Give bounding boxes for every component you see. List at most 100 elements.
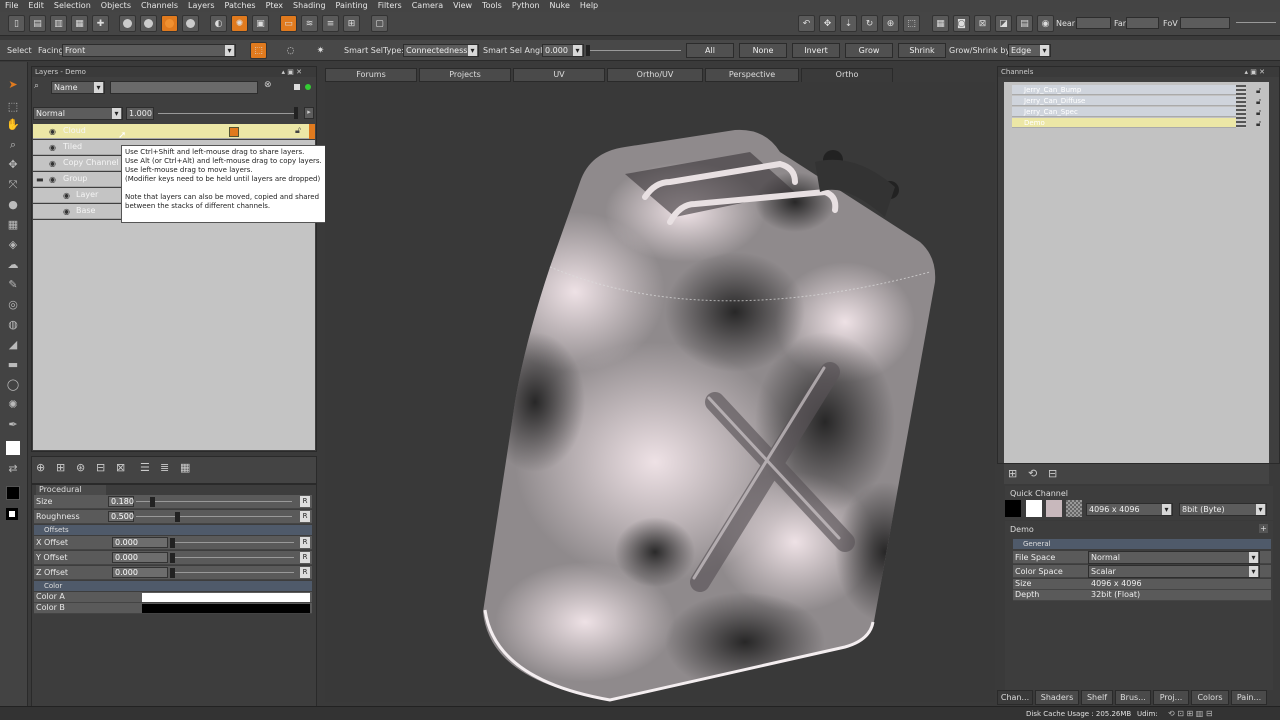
file-space-dropdown[interactable]: Normal [1088, 551, 1260, 564]
default-colors-icon[interactable] [6, 508, 18, 520]
select-none-button[interactable]: None [739, 43, 787, 58]
tab-shaders[interactable]: Shaders [1035, 690, 1079, 705]
select-tool-icon[interactable]: ◐ [210, 15, 227, 32]
menu-selection[interactable]: Selection [49, 0, 96, 12]
roughness-slider[interactable] [136, 516, 292, 517]
general-section-header[interactable]: General [1013, 539, 1271, 549]
clear-buffer-icon[interactable]: ≋ [301, 15, 318, 32]
panel-menu-icon[interactable]: ▴ ▣ ✕ [282, 68, 302, 76]
clear-filter-icon[interactable]: ⊗ [264, 80, 272, 90]
color-b-swatch[interactable] [142, 604, 310, 613]
add-mask-icon[interactable]: ⊠ [116, 461, 125, 474]
roughness-reset-button[interactable]: R [300, 511, 310, 522]
brush-tool-icon[interactable]: ✺ [231, 15, 248, 32]
add-layer-icon[interactable]: ⊕ [36, 461, 45, 474]
channel-row-diffuse[interactable]: Jerry_Can_Diffuse [1012, 96, 1242, 106]
tab-painting[interactable]: Pain... [1231, 690, 1267, 705]
open-file-icon[interactable]: ▤ [29, 15, 46, 32]
arrow-tool-icon[interactable]: ➤ [6, 78, 20, 92]
facing-dropdown[interactable]: Front [62, 44, 236, 57]
near-input[interactable] [1076, 17, 1111, 29]
layer-lock-icon[interactable]: 🔓︎ [295, 126, 301, 136]
x-offset-slider[interactable] [170, 542, 294, 543]
y-offset-slider[interactable] [170, 557, 294, 558]
visibility-eye-icon[interactable]: ◉ [63, 207, 70, 216]
smart-angle-slider[interactable] [586, 50, 681, 51]
gizmo-tool-icon[interactable]: ⤧ [6, 178, 20, 192]
save-file-icon[interactable]: ▥ [50, 15, 67, 32]
channels-panel-menu-icon[interactable]: ▴ ▣ ✕ [1245, 68, 1265, 76]
visibility-eye-icon[interactable]: ◉ [49, 175, 56, 184]
fill-tool-icon[interactable]: ◈ [6, 238, 20, 252]
opacity-slider-knob[interactable] [294, 107, 298, 119]
box-select-icon[interactable]: ⬚ [250, 42, 267, 59]
undo-icon[interactable]: ↶ [798, 15, 815, 32]
size-slider-knob[interactable] [150, 497, 156, 507]
view-2-icon[interactable]: ◙ [953, 15, 970, 32]
z-offset-slider-knob[interactable] [170, 568, 175, 578]
menu-edit[interactable]: Edit [23, 0, 49, 12]
background-color-swatch[interactable] [6, 486, 20, 500]
3d-viewport[interactable] [325, 82, 995, 702]
grow-shrink-dropdown[interactable]: Edge [1008, 44, 1051, 57]
tab-shelf[interactable]: Shelf [1081, 690, 1113, 705]
new-file-icon[interactable]: ▯ [8, 15, 25, 32]
tab-forums[interactable]: Forums [325, 68, 417, 82]
x-offset-input[interactable]: 0.000 [112, 537, 168, 548]
blur-tool-icon[interactable]: ◍ [6, 318, 20, 332]
hand-tool-icon[interactable]: ✋ [6, 118, 20, 132]
opacity-slider[interactable] [158, 113, 298, 114]
y-offset-reset-button[interactable]: R [300, 552, 310, 563]
tab-ortho-uv[interactable]: Ortho/UV [607, 68, 703, 82]
quick-color-swatch[interactable] [1046, 500, 1062, 517]
z-offset-input[interactable]: 0.000 [112, 567, 168, 578]
eraser-tool-icon[interactable]: ◢ [6, 338, 20, 352]
fov-slider[interactable] [1236, 22, 1276, 23]
tab-brushes[interactable]: Brus... [1115, 690, 1151, 705]
add-channel-icon[interactable]: ⊞ [1008, 467, 1017, 480]
view-3-icon[interactable]: ⊠ [974, 15, 991, 32]
size-input[interactable]: 0.180 [108, 496, 134, 507]
invert-selection-button[interactable]: Invert [792, 43, 840, 58]
quick-depth-dropdown[interactable]: 8bit (Byte) [1179, 503, 1267, 516]
visibility-eye-icon[interactable]: ◉ [49, 159, 56, 168]
status-icons[interactable]: ⟲ ⊡ ⊞ ▥ ⊟ [1168, 709, 1213, 718]
lock-icon[interactable]: ▢ [371, 15, 388, 32]
layer-grid-icon[interactable]: ▦ [180, 461, 190, 474]
size-slider[interactable] [136, 501, 292, 502]
filter-option-icon[interactable] [294, 84, 300, 90]
menu-shading[interactable]: Shading [288, 0, 331, 12]
smart-angle-slider-knob[interactable] [586, 45, 590, 56]
channel-lock-icons[interactable]: 🔓︎ 🔓︎ 🔓︎ 🔓︎ [1256, 85, 1261, 129]
blend-mode-dropdown[interactable]: Normal [33, 107, 123, 120]
z-offset-slider[interactable] [170, 572, 294, 573]
menu-camera[interactable]: Camera [407, 0, 448, 12]
menu-painting[interactable]: Painting [331, 0, 373, 12]
color-a-swatch[interactable] [142, 593, 310, 602]
paint-mode-4-icon[interactable] [182, 15, 199, 32]
eyedropper-tool-icon[interactable]: ✒ [6, 418, 20, 432]
smart-seltype-dropdown[interactable]: Connectedness [403, 44, 479, 57]
opacity-reset-icon[interactable]: ▸ [304, 107, 314, 119]
clone-tool-icon[interactable]: ◎ [6, 298, 20, 312]
menu-patches[interactable]: Patches [220, 0, 261, 12]
channel-row-bump[interactable]: Jerry_Can_Bump [1012, 85, 1242, 95]
menu-layers[interactable]: Layers [183, 0, 219, 12]
bake-icon[interactable]: ≡ [322, 15, 339, 32]
fov-input[interactable] [1180, 17, 1230, 29]
grow-selection-button[interactable]: Grow [845, 43, 893, 58]
roughness-slider-knob[interactable] [175, 512, 180, 522]
layer-filter-input[interactable] [110, 81, 258, 94]
channel-row-spec[interactable]: Jerry_Can_Spec [1012, 107, 1242, 117]
menu-view[interactable]: View [448, 0, 477, 12]
filter-icon[interactable]: ⌕ [34, 81, 48, 93]
dodge-tool-icon[interactable]: ◯ [6, 378, 20, 392]
menu-objects[interactable]: Objects [96, 0, 136, 12]
offsets-section-header[interactable]: Offsets [34, 525, 312, 535]
quick-transparent-swatch[interactable] [1066, 500, 1082, 517]
tab-projection[interactable]: Proj... [1153, 690, 1189, 705]
menu-help[interactable]: Help [575, 0, 603, 12]
menu-python[interactable]: Python [507, 0, 545, 12]
paint-brush-icon[interactable]: ● [6, 198, 20, 212]
stencil-icon[interactable]: ▣ [252, 15, 269, 32]
